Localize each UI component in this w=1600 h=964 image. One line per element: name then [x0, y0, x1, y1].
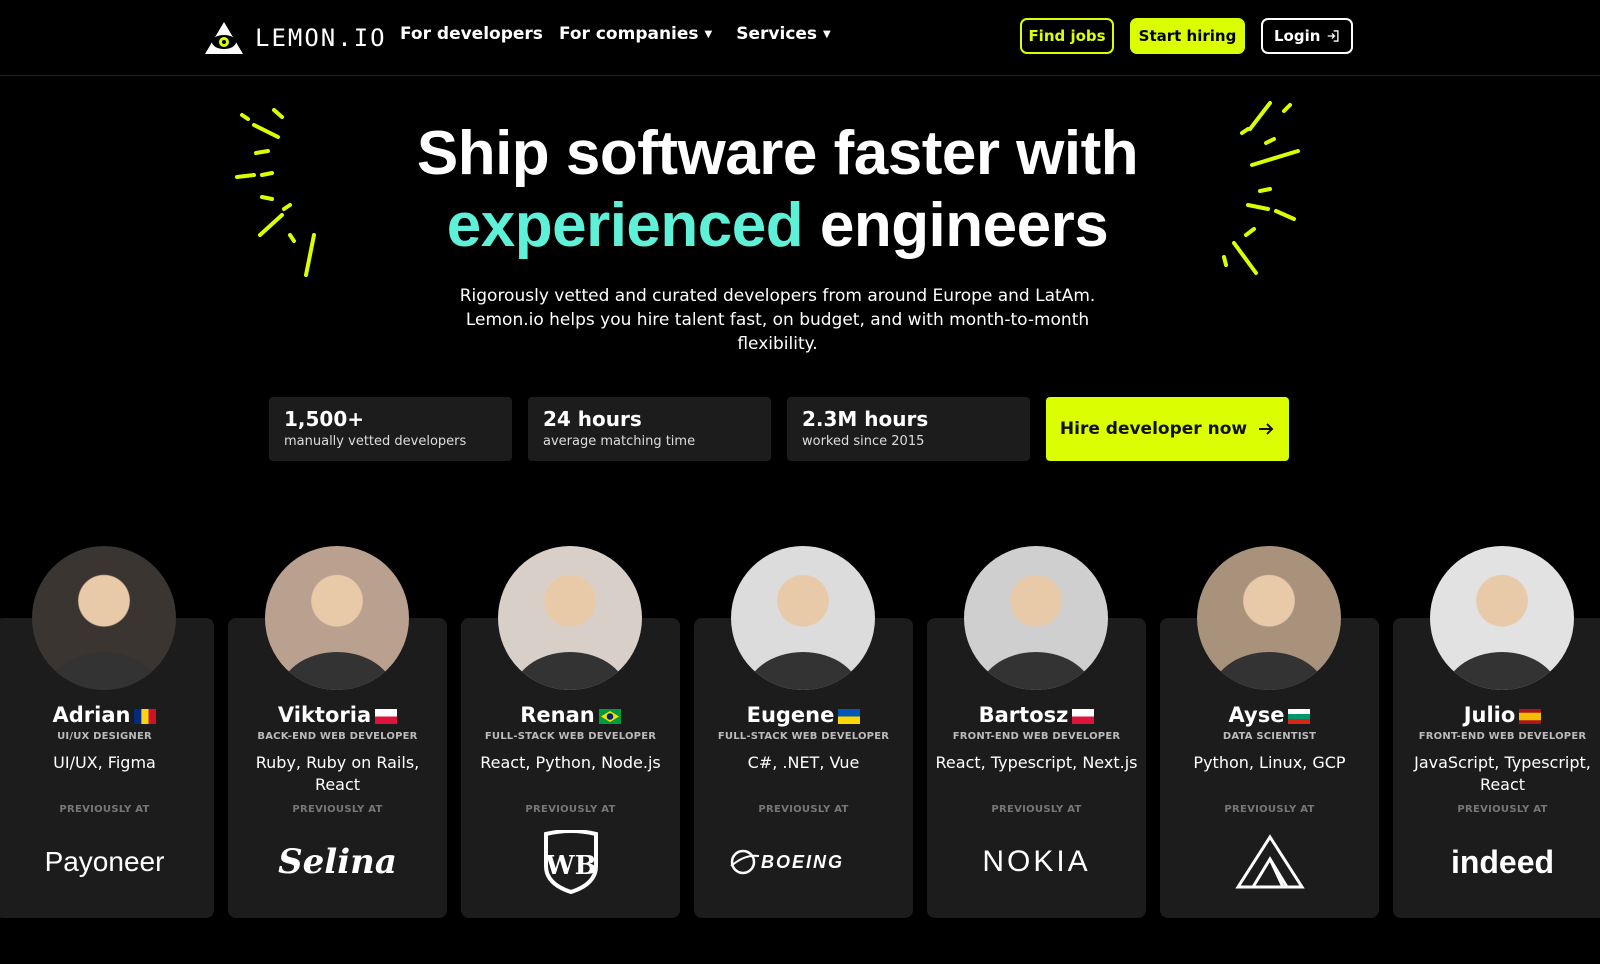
lemon-eye-icon	[205, 22, 243, 54]
company-logo: Selina	[278, 842, 397, 882]
developer-role: BACK-END WEB DEVELOPER	[257, 731, 418, 742]
developer-avatar	[265, 546, 409, 690]
previously-at-label: PREVIOUSLY AT	[525, 804, 616, 815]
developer-name-row: Eugene	[694, 703, 913, 727]
developer-avatar	[731, 546, 875, 690]
find-jobs-button[interactable]: Find jobs	[1020, 18, 1114, 54]
flag-br-icon	[598, 708, 621, 724]
previously-at-label: PREVIOUSLY AT	[1224, 804, 1315, 815]
developer-skills: React, Typescript, Next.js	[935, 753, 1138, 772]
login-label: Login	[1274, 27, 1321, 45]
nav-for-developers[interactable]: For developers	[400, 24, 543, 44]
hero-title-end: engineers	[803, 191, 1109, 260]
developer-avatar	[32, 546, 176, 690]
start-hiring-button[interactable]: Start hiring	[1130, 18, 1245, 54]
stat-label: worked since 2015	[802, 434, 925, 449]
previously-at-label: PREVIOUSLY AT	[59, 804, 150, 815]
flag-pl-icon	[1072, 708, 1095, 724]
company-logo: indeed	[1450, 843, 1555, 880]
hire-button-label: Hire developer now	[1059, 419, 1248, 439]
stat-value: 24 hours	[543, 407, 642, 431]
flag-bg-icon	[1288, 708, 1311, 724]
hero-subtitle: Rigorously vetted and curated developers…	[459, 286, 1096, 354]
flag-pl-icon	[375, 708, 398, 724]
previously-at-label: PREVIOUSLY AT	[991, 804, 1082, 815]
logo[interactable]: LEMON.IO	[203, 20, 387, 56]
svg-text:BOEING: BOEING	[761, 852, 844, 872]
flag-es-icon	[1519, 708, 1542, 724]
developer-name-row: Adrian	[0, 703, 214, 727]
developer-skills: Python, Linux, GCP	[1193, 753, 1346, 772]
company-logo: NOKIA	[982, 845, 1091, 878]
stat-value: 1,500+	[284, 407, 365, 431]
company-logo: WB	[461, 830, 680, 894]
developer-role: FULL-STACK WEB DEVELOPER	[717, 731, 890, 742]
developer-avatar	[498, 546, 642, 690]
flag-ro-icon	[134, 708, 157, 724]
svg-text:WB: WB	[544, 851, 596, 881]
nav-link-label: For developers	[400, 24, 543, 44]
developer-avatar	[964, 546, 1108, 690]
stat-card: 24 hours average matching time	[528, 397, 771, 461]
nav-for-companies[interactable]: For companies ▼	[559, 24, 712, 44]
developer-role: DATA SCIENTIST	[1222, 731, 1317, 742]
developer-name: Bartosz	[978, 703, 1069, 727]
developer-role: UI/UX DESIGNER	[57, 731, 152, 742]
stat-label: manually vetted developers	[284, 434, 467, 449]
arrow-right-icon	[1259, 423, 1274, 435]
developer-name-row: Ayse	[1160, 703, 1379, 727]
developer-name: Renan	[520, 703, 595, 727]
developer-skills: JavaScript, Typescript, React	[1414, 753, 1591, 794]
developer-name: Julio	[1463, 703, 1516, 727]
developer-skills: React, Python, Node.js	[480, 753, 661, 772]
logo-text: LEMON.IO	[255, 24, 387, 52]
developer-skills: Ruby, Ruby on Rails, React	[255, 753, 420, 794]
top-nav: LEMON.IO For developers For companies ▼ S…	[0, 0, 1600, 76]
previously-at-label: PREVIOUSLY AT	[1457, 804, 1548, 815]
developer-name-row: Julio	[1393, 703, 1600, 727]
flag-ua-icon	[838, 708, 861, 724]
login-button[interactable]: Login	[1261, 18, 1353, 54]
stat-card: 1,500+ manually vetted developers	[269, 397, 512, 461]
company-logo	[1160, 832, 1379, 892]
stat-value: 2.3M hours	[802, 407, 929, 431]
login-icon	[1328, 30, 1339, 42]
previously-at-label: PREVIOUSLY AT	[292, 804, 383, 815]
developer-skills: C#, .NET, Vue	[747, 753, 860, 772]
developer-name: Adrian	[52, 703, 131, 727]
caret-down-icon: ▼	[704, 28, 713, 40]
nav-link-label: For companies	[558, 24, 699, 44]
developer-role: FRONT-END WEB DEVELOPER	[1418, 731, 1587, 742]
hero-title-line1: Ship software faster with	[416, 119, 1139, 188]
developer-skills: UI/UX, Figma	[53, 753, 156, 772]
developer-avatar	[1430, 546, 1574, 690]
developer-avatar	[1197, 546, 1341, 690]
hero-title: Ship software faster with experienced en…	[0, 118, 1555, 262]
hero-title-accent: experienced	[446, 191, 804, 260]
company-logo: Payoneer	[44, 846, 165, 877]
previously-at-label: PREVIOUSLY AT	[758, 804, 849, 815]
developer-name-row: Renan	[461, 703, 680, 727]
hire-developer-button[interactable]: Hire developer now	[1046, 397, 1289, 461]
stat-card: 2.3M hours worked since 2015	[787, 397, 1030, 461]
developer-name: Ayse	[1228, 703, 1285, 727]
caret-down-icon: ▼	[823, 28, 831, 40]
nav-services[interactable]: Services ▼	[736, 24, 831, 44]
nav-link-label: Services	[736, 24, 818, 44]
stats-row: 1,500+ manually vetted developers 24 hou…	[269, 397, 1289, 461]
developer-name: Eugene	[746, 703, 835, 727]
stat-label: average matching time	[543, 434, 696, 449]
developer-name-row: Bartosz	[927, 703, 1146, 727]
developer-role: FULL-STACK WEB DEVELOPER	[484, 731, 657, 742]
developer-name-row: Viktoria	[228, 703, 447, 727]
developer-role: FRONT-END WEB DEVELOPER	[952, 731, 1121, 742]
developer-name: Viktoria	[277, 703, 372, 727]
company-logo: BOEING	[694, 832, 913, 892]
